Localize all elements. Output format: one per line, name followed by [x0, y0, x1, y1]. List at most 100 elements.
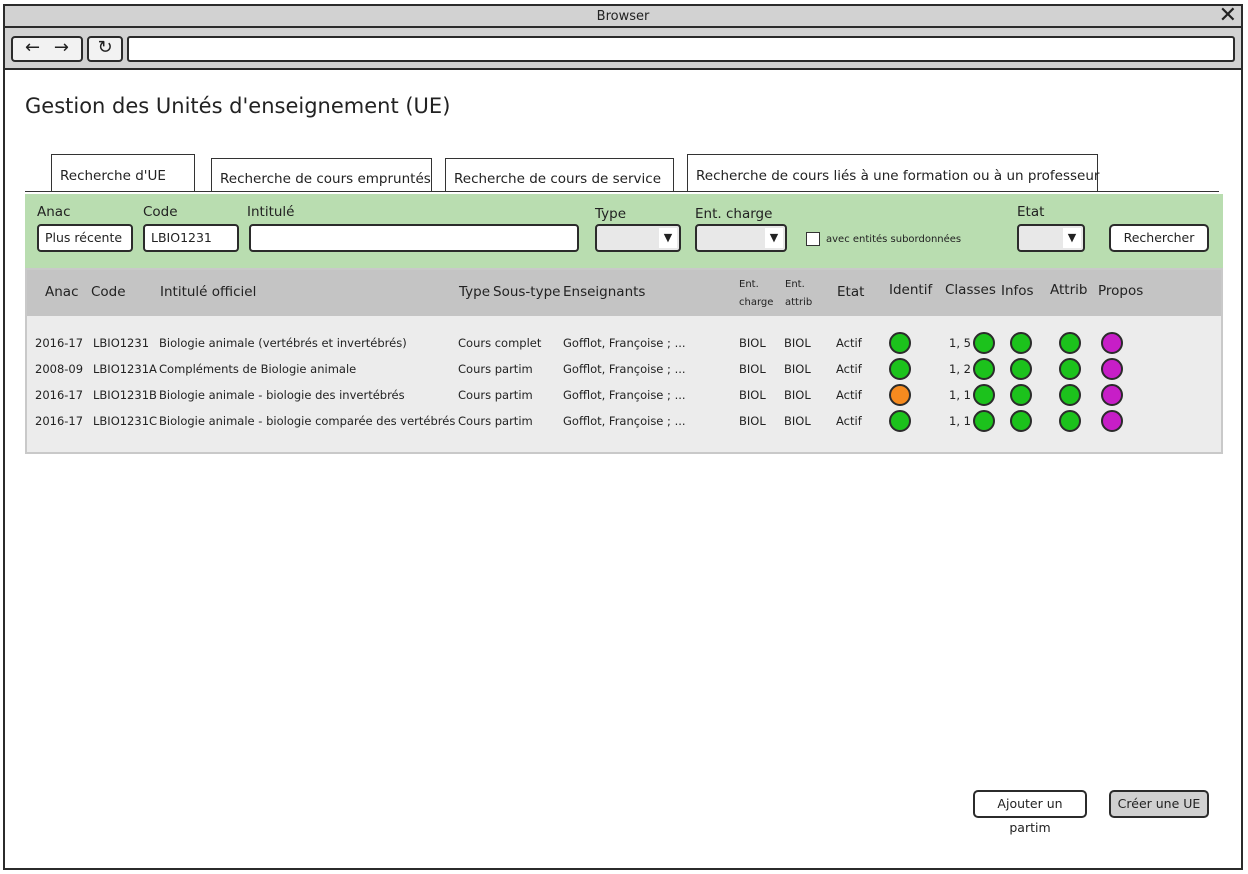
header-anac: Anac — [45, 284, 79, 300]
table-row[interactable]: 2008-09 LBIO1231A Compléments de Biologie … — [27, 358, 1221, 384]
reload-icon: ↻ — [97, 37, 113, 58]
chevron-down-icon: ▼ — [1063, 228, 1081, 248]
filter-panel: Anac Plus récente Code LBIO1231 Intitulé… — [25, 194, 1223, 268]
anac-label: Anac — [37, 204, 71, 220]
infos-status-icon[interactable] — [1010, 332, 1032, 354]
anac-field[interactable]: Plus récente — [37, 224, 133, 252]
add-partim-button[interactable]: Ajouter un partim — [973, 790, 1087, 835]
cell-code: LBIO1231 — [93, 336, 150, 350]
etat-label: Etat — [1017, 204, 1045, 220]
type-label: Type — [595, 206, 627, 222]
back-forward-buttons: ← → — [11, 36, 83, 62]
header-type: Type — [459, 284, 491, 300]
propos-status-icon[interactable] — [1101, 332, 1123, 354]
identif-status-icon[interactable] — [889, 358, 911, 380]
chevron-down-icon: ▼ — [765, 228, 783, 248]
identif-status-icon[interactable] — [889, 384, 911, 406]
subentities-checkbox[interactable] — [806, 232, 820, 246]
cell-ent-attrib: BIOL — [784, 362, 811, 376]
cell-anac: 2016-17 — [35, 414, 84, 428]
identif-status-icon[interactable] — [889, 332, 911, 354]
tab-recherche-ue[interactable]: Recherche d'UE — [51, 154, 195, 192]
header-code: Code — [91, 284, 126, 300]
intitule-label: Intitulé — [247, 204, 295, 220]
cell-type: Cours complet — [458, 336, 542, 350]
cell-ent-charge: BIOL — [739, 336, 766, 350]
cell-etat: Actif — [836, 388, 862, 402]
header-ent-attrib-line2: attrib — [785, 297, 813, 308]
attrib-status-icon[interactable] — [1059, 410, 1081, 432]
propos-status-icon[interactable] — [1101, 384, 1123, 406]
cell-enseignants: Gofflot, Françoise ; ... — [563, 388, 686, 402]
cell-anac: 2016-17 — [35, 388, 84, 402]
tab-cours-empruntes[interactable]: Recherche de cours empruntés — [211, 158, 432, 192]
header-ent-charge-line2: charge — [739, 297, 774, 308]
header-enseignants: Enseignants — [563, 284, 646, 300]
tab-cours-service[interactable]: Recherche de cours de service — [445, 158, 674, 192]
cell-etat: Actif — [836, 362, 862, 376]
search-button[interactable]: Rechercher — [1109, 224, 1209, 252]
header-ent-charge-line1: Ent. — [739, 279, 759, 290]
intitule-field[interactable] — [249, 224, 579, 252]
propos-status-icon[interactable] — [1101, 358, 1123, 380]
ent-charge-label: Ent. charge — [695, 206, 773, 222]
cell-type: Cours partim — [458, 388, 533, 402]
cell-anac: 2008-09 — [35, 362, 84, 376]
classes-status-icon[interactable] — [973, 410, 995, 432]
browser-window: Browser ✕ ← → ↻ Gestion des Unités d'ens… — [3, 4, 1243, 870]
table-row[interactable]: 2016-17 LBIO1231 Biologie animale (vertébr… — [27, 332, 1221, 358]
cell-enseignants: Gofflot, Françoise ; ... — [563, 414, 686, 428]
classes-status-icon[interactable] — [973, 384, 995, 406]
infos-status-icon[interactable] — [1010, 384, 1032, 406]
cell-classes-count: 1, 5 — [949, 336, 971, 350]
tab-cours-formation-professeur[interactable]: Recherche de cours liés à une formation … — [687, 154, 1099, 192]
code-label: Code — [143, 204, 178, 220]
header-ent-attrib-line1: Ent. — [785, 279, 805, 290]
browser-toolbar: ← → ↻ — [5, 28, 1241, 70]
header-propos: Propos — [1098, 283, 1144, 299]
etat-select[interactable]: ▼ — [1017, 224, 1085, 252]
browser-title: Browser — [596, 9, 650, 24]
reload-button[interactable]: ↻ — [87, 36, 123, 62]
header-classes: Classes — [945, 282, 996, 298]
propos-status-icon[interactable] — [1101, 410, 1123, 432]
attrib-status-icon[interactable] — [1059, 332, 1081, 354]
create-ue-button[interactable]: Créer une UE — [1109, 790, 1209, 818]
attrib-status-icon[interactable] — [1059, 384, 1081, 406]
infos-status-icon[interactable] — [1010, 410, 1032, 432]
cell-enseignants: Gofflot, Françoise ; ... — [563, 362, 686, 376]
ent-charge-select[interactable]: ▼ — [695, 224, 787, 252]
classes-status-icon[interactable] — [973, 332, 995, 354]
classes-status-icon[interactable] — [973, 358, 995, 380]
infos-status-icon[interactable] — [1010, 358, 1032, 380]
code-field[interactable]: LBIO1231 — [143, 224, 239, 252]
close-icon[interactable]: ✕ — [1219, 4, 1237, 28]
cell-etat: Actif — [836, 336, 862, 350]
identif-status-icon[interactable] — [889, 410, 911, 432]
header-ent-charge: Ent. charge — [739, 276, 773, 312]
cell-ent-charge: BIOL — [739, 388, 766, 402]
cell-intitule: Biologie animale (vertébrés et invertébr… — [159, 336, 407, 350]
cell-code: LBIO1231C — [93, 414, 158, 428]
chevron-down-icon: ▼ — [659, 228, 677, 248]
cell-code: LBIO1231B — [93, 388, 157, 402]
header-infos: Infos — [1001, 283, 1034, 299]
header-ent-attrib: Ent. attrib — [785, 276, 812, 312]
header-soustype: Sous-type — [493, 284, 561, 300]
table-row[interactable]: 2016-17 LBIO1231C Biologie animale - biolo… — [27, 410, 1221, 436]
cell-type: Cours partim — [458, 362, 533, 376]
cell-ent-charge: BIOL — [739, 414, 766, 428]
forward-arrow-icon[interactable]: → — [54, 37, 69, 58]
table-row[interactable]: 2016-17 LBIO1231B Biologie animale - biolo… — [27, 384, 1221, 410]
back-arrow-icon[interactable]: ← — [25, 37, 40, 58]
cell-classes-count: 1, 2 — [949, 362, 971, 376]
address-bar[interactable] — [127, 36, 1235, 62]
cell-ent-charge: BIOL — [739, 362, 766, 376]
subentities-label: avec entités subordonnées — [826, 234, 962, 245]
type-select[interactable]: ▼ — [595, 224, 681, 252]
cell-intitule: Biologie animale - biologie comparée des… — [159, 414, 456, 428]
cell-classes-count: 1, 1 — [949, 388, 971, 402]
page-title: Gestion des Unités d'enseignement (UE) — [25, 94, 451, 118]
attrib-status-icon[interactable] — [1059, 358, 1081, 380]
header-etat: Etat — [837, 284, 865, 300]
